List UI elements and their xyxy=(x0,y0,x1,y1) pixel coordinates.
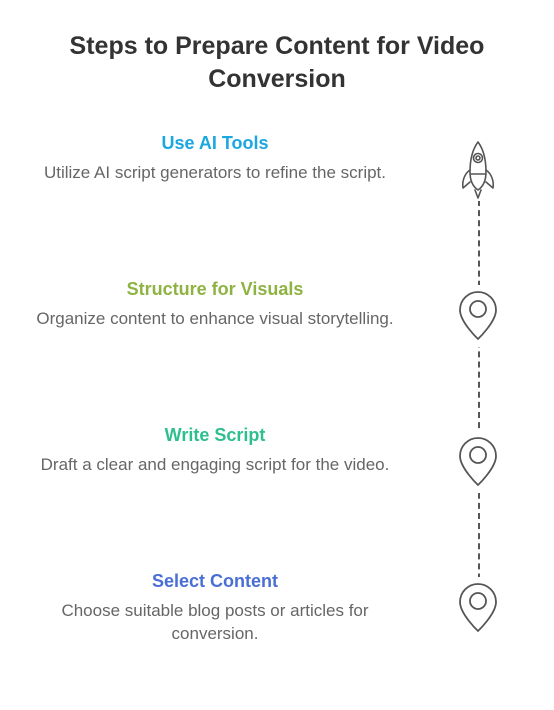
map-pin-icon xyxy=(452,431,504,493)
step-item: Select Content Choose suitable blog post… xyxy=(0,553,554,699)
step-text: Select Content Choose suitable blog post… xyxy=(30,571,400,646)
step-item: Structure for Visuals Organize content t… xyxy=(0,261,554,407)
step-title: Write Script xyxy=(30,425,400,446)
step-item: Use AI Tools Utilize AI script generator… xyxy=(0,115,554,261)
step-description: Organize content to enhance visual story… xyxy=(30,308,400,331)
page-title: Steps to Prepare Content for Video Conve… xyxy=(0,0,554,95)
map-pin-icon xyxy=(452,285,504,347)
step-title: Select Content xyxy=(30,571,400,592)
step-description: Choose suitable blog posts or articles f… xyxy=(30,600,400,646)
rocket-icon xyxy=(452,139,504,201)
step-description: Utilize AI script generators to refine t… xyxy=(30,162,400,185)
steps-container: Use AI Tools Utilize AI script generator… xyxy=(0,115,554,699)
step-item: Write Script Draft a clear and engaging … xyxy=(0,407,554,553)
step-description: Draft a clear and engaging script for th… xyxy=(30,454,400,477)
step-text: Write Script Draft a clear and engaging … xyxy=(30,425,400,477)
step-title: Structure for Visuals xyxy=(30,279,400,300)
step-text: Structure for Visuals Organize content t… xyxy=(30,279,400,331)
step-text: Use AI Tools Utilize AI script generator… xyxy=(30,133,400,185)
map-pin-icon xyxy=(452,577,504,639)
step-title: Use AI Tools xyxy=(30,133,400,154)
